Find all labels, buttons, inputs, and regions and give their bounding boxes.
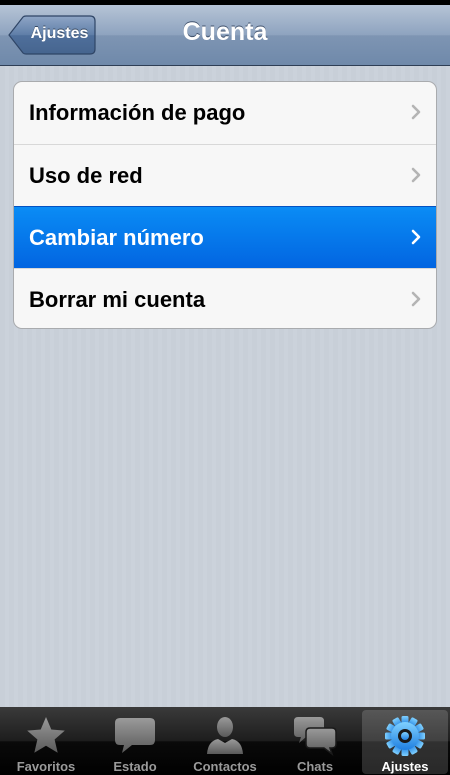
settings-item-label: Uso de red bbox=[29, 163, 143, 188]
settings-group: Información de pago Uso de red Cambiar n… bbox=[13, 81, 437, 329]
tab-label: Contactos bbox=[193, 759, 257, 774]
tab-label: Estado bbox=[113, 759, 157, 774]
tab-label: Favoritos bbox=[16, 759, 76, 774]
chevron-right-icon bbox=[411, 104, 421, 120]
person-icon bbox=[207, 717, 243, 754]
tab-estado[interactable]: Estado bbox=[92, 710, 178, 774]
speech-bubble-icon bbox=[115, 718, 155, 753]
settings-item-uso-de-red[interactable]: Uso de red bbox=[14, 144, 436, 206]
navigation-bar: Ajustes Cuenta bbox=[0, 5, 450, 66]
tab-ajustes[interactable]: Ajustes bbox=[362, 710, 448, 774]
settings-item-borrar-mi-cuenta[interactable]: Borrar mi cuenta bbox=[14, 268, 436, 328]
gear-icon bbox=[385, 716, 425, 756]
settings-item-label: Borrar mi cuenta bbox=[29, 287, 206, 312]
tab-favoritos[interactable]: Favoritos bbox=[3, 710, 89, 774]
tab-contactos[interactable]: Contactos bbox=[182, 710, 268, 774]
settings-item-label: Cambiar número bbox=[29, 225, 204, 250]
settings-item-cambiar-numero[interactable]: Cambiar número bbox=[14, 206, 436, 268]
tab-label: Chats bbox=[296, 759, 334, 774]
tab-bar: Favoritos Estado Contactos Chats Ajustes bbox=[0, 707, 450, 775]
settings-item-label: Información de pago bbox=[29, 100, 246, 125]
tab-label: Ajustes bbox=[381, 759, 429, 774]
settings-item-informacion-de-pago[interactable]: Información de pago bbox=[14, 82, 436, 144]
star-icon bbox=[27, 717, 65, 753]
chat-bubbles-icon bbox=[294, 717, 337, 756]
chevron-right-icon bbox=[411, 167, 421, 183]
chevron-right-icon bbox=[411, 229, 421, 245]
tab-chats[interactable]: Chats bbox=[272, 710, 358, 774]
chevron-right-icon bbox=[411, 291, 421, 307]
page-title: Cuenta bbox=[182, 18, 268, 46]
